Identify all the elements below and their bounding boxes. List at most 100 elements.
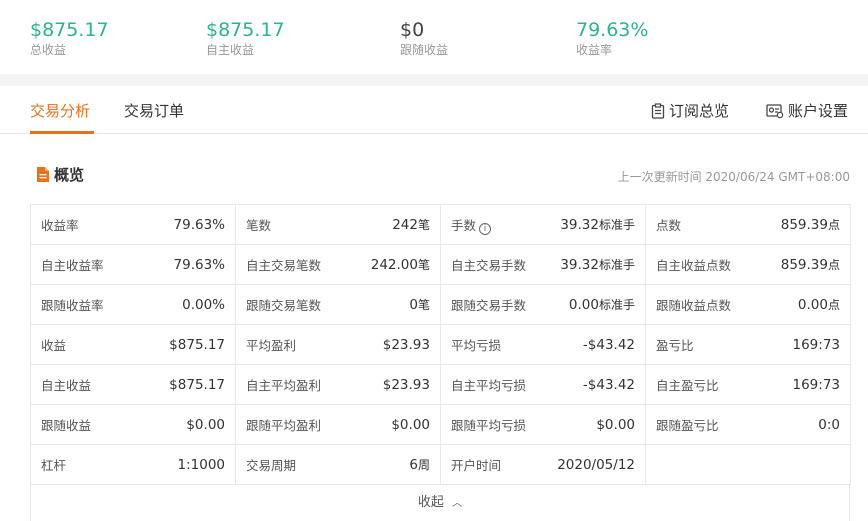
metric-value-group: -$43.42 <box>583 377 635 393</box>
metric-label: 自主收益 <box>41 378 92 393</box>
metric-value-group: $0.00 <box>391 417 430 433</box>
metric-label: 笔数 <box>246 218 272 233</box>
metric-value: 39.32 <box>560 217 599 233</box>
table-cell: 盈亏比 169:73 <box>645 324 851 365</box>
stat-value: $0 <box>400 19 425 41</box>
metric-label: 跟随平均盈利 <box>246 418 322 433</box>
table-row: 跟随收益 $0.00 跟随平均盈利 $0.00 跟随平均亏损 $0.00 跟随盈亏比 0:0 <box>30 404 851 445</box>
metric-value: $875.17 <box>169 376 225 393</box>
metric-value: -$43.42 <box>582 336 635 353</box>
metric-value: 0.00 <box>568 297 599 313</box>
metric-label: 杠杆 <box>41 458 67 473</box>
metric-value: $0.00 <box>391 416 430 433</box>
metric-label: 自主盈亏比 <box>656 378 719 393</box>
metric-unit: 笔 <box>417 298 430 312</box>
metric-value-group: 39.32标准手 <box>560 256 635 273</box>
collapse-button[interactable]: 收起 ︿ <box>30 484 850 521</box>
metric-value-group: $875.17 <box>169 377 225 393</box>
metric-value-group: 859.39点 <box>781 256 840 273</box>
metric-value: 859.39 <box>780 217 828 233</box>
table-cell: 自主收益点数 859.39点 <box>645 244 851 285</box>
metric-value: 169:73 <box>792 376 841 393</box>
stat-label: 跟随收益 <box>400 43 449 57</box>
tab-trade-orders[interactable]: 交易订单 <box>124 101 184 121</box>
table-cell: 跟随收益 $0.00 <box>30 404 236 445</box>
metric-label: 自主平均亏损 <box>451 378 527 393</box>
table-row: 自主收益率 79.63% 自主交易笔数 242.00笔 自主交易手数 39.32标准手 自主… <box>30 244 851 285</box>
metric-label: 点数 <box>656 218 682 233</box>
active-tab-underline <box>30 131 94 134</box>
collapse-label: 收起 <box>417 495 444 510</box>
metric-label-group: 手数 i <box>451 215 492 235</box>
metric-value-group: 859.39点 <box>781 216 840 233</box>
metric-unit: 点 <box>827 218 840 232</box>
metric-unit: 周 <box>417 458 430 472</box>
metric-label: 跟随盈亏比 <box>656 418 719 433</box>
metric-label: 自主收益率 <box>41 258 104 273</box>
table-cell: 自主收益 $875.17 <box>30 364 236 405</box>
metric-label: 自主收益点数 <box>656 258 732 273</box>
metric-label: 跟随交易手数 <box>451 298 527 313</box>
metric-label: 跟随收益点数 <box>656 298 732 313</box>
tab-trade-analysis[interactable]: 交易分析 <box>30 101 90 121</box>
metric-unit: 点 <box>827 258 840 272</box>
metric-value: $875.17 <box>169 336 225 353</box>
table-cell: 交易周期 6周 <box>235 444 441 485</box>
metric-value-group: 2020/05/12 <box>557 457 635 473</box>
metric-value: 169:73 <box>792 336 841 353</box>
metric-value-group: 0.00点 <box>798 296 840 313</box>
metric-value: 79.63% <box>173 216 225 233</box>
overview-title: 概览 <box>54 166 85 184</box>
table-cell: 笔数 242笔 <box>235 204 441 245</box>
metric-value: 242.00 <box>370 257 418 273</box>
metric-value: 79.63% <box>173 256 225 273</box>
table-row: 收益率 79.63% 笔数 242笔 手数 i 39.32标准手 点数 859.39点 <box>30 204 851 245</box>
metric-value-group: 0.00标准手 <box>569 296 635 313</box>
metric-label: 平均亏损 <box>451 338 502 353</box>
metric-unit: 笔 <box>417 258 430 272</box>
table-cell: 自主平均盈利 $23.93 <box>235 364 441 405</box>
overview-header: 概览 <box>36 164 84 185</box>
metric-label: 跟随收益率 <box>41 298 104 313</box>
account-settings-icon <box>766 104 784 119</box>
info-icon[interactable]: i <box>479 222 492 235</box>
table-cell: 跟随交易手数 0.00标准手 <box>440 284 646 325</box>
table-cell: 自主盈亏比 169:73 <box>645 364 851 405</box>
table-cell: 自主平均亏损 -$43.42 <box>440 364 646 405</box>
metric-value-group: $23.93 <box>383 377 430 393</box>
account-settings-label: 账户设置 <box>788 102 849 120</box>
overview-table: 收益率 79.63% 笔数 242笔 手数 i 39.32标准手 点数 859.39点 自主收益率… <box>30 204 851 485</box>
stat-value: 79.63% <box>576 19 649 41</box>
clipboard-icon <box>651 103 665 119</box>
stat-label: 总收益 <box>30 43 67 57</box>
metric-label: 开户时间 <box>451 458 502 473</box>
table-row: 自主收益 $875.17 自主平均盈利 $23.93 自主平均亏损 -$43.42 自主盈亏… <box>30 364 851 405</box>
metric-value: $23.93 <box>382 336 430 353</box>
metric-value: 0 <box>409 297 418 313</box>
table-cell: 点数 859.39点 <box>645 204 851 245</box>
subscription-overview-link[interactable]: 订阅总览 <box>651 101 729 121</box>
metric-label: 手数 <box>451 217 477 233</box>
stat-return-rate: 79.63% 收益率 <box>576 18 648 58</box>
metric-value-group: 6周 <box>409 456 430 473</box>
metric-value: 0.00% <box>182 296 225 313</box>
table-cell: 开户时间 2020/05/12 <box>440 444 646 485</box>
metric-unit: 笔 <box>417 218 430 232</box>
metric-value-group: $0.00 <box>186 417 225 433</box>
table-cell: 自主交易手数 39.32标准手 <box>440 244 646 285</box>
metric-value: -$43.42 <box>582 376 635 393</box>
metric-value: 6 <box>409 457 418 473</box>
metric-value-group: 0.00% <box>182 297 225 313</box>
stat-value: $875.17 <box>30 19 109 41</box>
metric-value-group: 79.63% <box>174 217 225 233</box>
metric-unit: 标准手 <box>598 218 635 232</box>
summary-bar: $875.17 总收益 $875.17 自主收益 $0 跟随收益 79.63% … <box>0 0 868 74</box>
account-settings-link[interactable]: 账户设置 <box>766 101 848 121</box>
metric-value-group: 0笔 <box>409 296 430 313</box>
table-cell: 跟随平均盈利 $0.00 <box>235 404 441 445</box>
metric-label: 自主交易手数 <box>451 258 527 273</box>
metric-value: $0.00 <box>186 416 225 433</box>
metric-value-group: 242笔 <box>392 216 430 233</box>
analysis-panel: 交易分析 交易订单 订阅总览 账户设置 概览 上一次更新时间 2020/06/2… <box>0 86 868 521</box>
last-updated-time: 上一次更新时间 2020/06/24 GMT+08:00 <box>617 170 850 184</box>
